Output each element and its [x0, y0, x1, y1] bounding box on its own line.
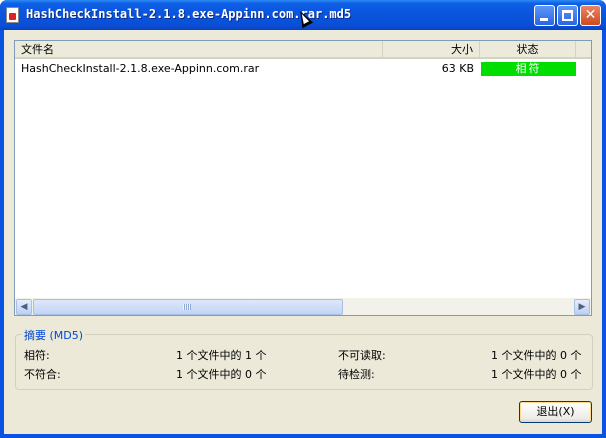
window-client-area: 文件名 大小 状态 HashCheckInstall-2.1.8.exe-App… [4, 30, 602, 434]
file-name-cell: HashCheckInstall-2.1.8.exe-Appinn.com.ra… [21, 62, 260, 75]
column-header-status[interactable]: 状态 [480, 41, 576, 58]
close-icon: ✕ [584, 7, 597, 23]
match-value: 1 个文件中的 1 个 [176, 349, 267, 362]
summary-title: 摘要 (MD5) [22, 327, 86, 343]
maximize-button[interactable] [557, 5, 578, 26]
hash-file-icon[interactable] [6, 7, 19, 23]
maximize-icon [562, 10, 573, 21]
pending-value: 1 个文件中的 0 个 [491, 368, 582, 381]
list-header: 文件名 大小 状态 [15, 41, 591, 59]
minimize-icon [540, 18, 548, 21]
status-badge: 相符 [481, 62, 576, 76]
table-row[interactable]: HashCheckInstall-2.1.8.exe-Appinn.com.ra… [15, 61, 591, 78]
unreadable-label: 不可读取: [338, 349, 386, 362]
unreadable-value: 1 个文件中的 0 个 [491, 349, 582, 362]
scrollbar-thumb[interactable] [33, 299, 343, 315]
pending-label: 待检测: [338, 368, 375, 381]
app-window: HashCheckInstall-2.1.8.exe-Appinn.com.ra… [0, 0, 606, 438]
column-header-name[interactable]: 文件名 [15, 41, 383, 58]
horizontal-scrollbar[interactable]: ◀ ▶ [15, 297, 591, 315]
mismatch-value: 1 个文件中的 0 个 [176, 368, 267, 381]
chevron-left-icon[interactable]: ◀ [16, 299, 32, 315]
file-size-cell: 63 KB [441, 62, 474, 75]
column-header-size[interactable]: 大小 [383, 41, 480, 58]
minimize-button[interactable] [534, 5, 555, 26]
mismatch-label: 不符合: [24, 368, 61, 381]
exit-button[interactable]: 退出(X) [519, 401, 592, 423]
match-label: 相符: [24, 349, 50, 362]
summary-group: 摘要 (MD5) 相符: 1 个文件中的 1 个 不可读取: 1 个文件中的 0… [15, 327, 593, 390]
file-list[interactable]: 文件名 大小 状态 HashCheckInstall-2.1.8.exe-App… [14, 40, 592, 316]
chevron-right-icon[interactable]: ▶ [574, 299, 590, 315]
close-button[interactable]: ✕ [580, 5, 601, 26]
